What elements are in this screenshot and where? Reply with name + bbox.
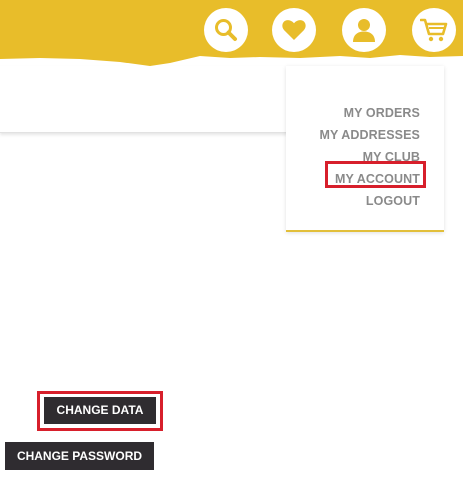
page: MY ORDERS MY ADDRESSES MY CLUB MY ACCOUN… xyxy=(0,0,463,487)
change-password-button[interactable]: CHANGE PASSWORD xyxy=(5,442,154,470)
account-dropdown: MY ORDERS MY ADDRESSES MY CLUB MY ACCOUN… xyxy=(286,66,444,232)
cart-icon xyxy=(420,18,448,42)
menu-item-my-orders[interactable]: MY ORDERS xyxy=(319,102,420,124)
user-icon xyxy=(353,19,375,42)
change-data-button[interactable]: CHANGE DATA xyxy=(44,397,156,424)
account-button[interactable] xyxy=(342,8,386,52)
cart-button[interactable] xyxy=(412,8,456,52)
menu-item-logout[interactable]: LOGOUT xyxy=(319,190,420,212)
heart-icon xyxy=(282,20,306,40)
account-menu: MY ORDERS MY ADDRESSES MY CLUB MY ACCOUN… xyxy=(319,102,420,212)
my-account-highlight xyxy=(325,161,426,188)
wishlist-button[interactable] xyxy=(272,8,316,52)
content-card xyxy=(0,66,288,133)
menu-item-my-addresses[interactable]: MY ADDRESSES xyxy=(319,124,420,146)
search-button[interactable] xyxy=(204,8,248,52)
search-icon xyxy=(215,19,237,41)
